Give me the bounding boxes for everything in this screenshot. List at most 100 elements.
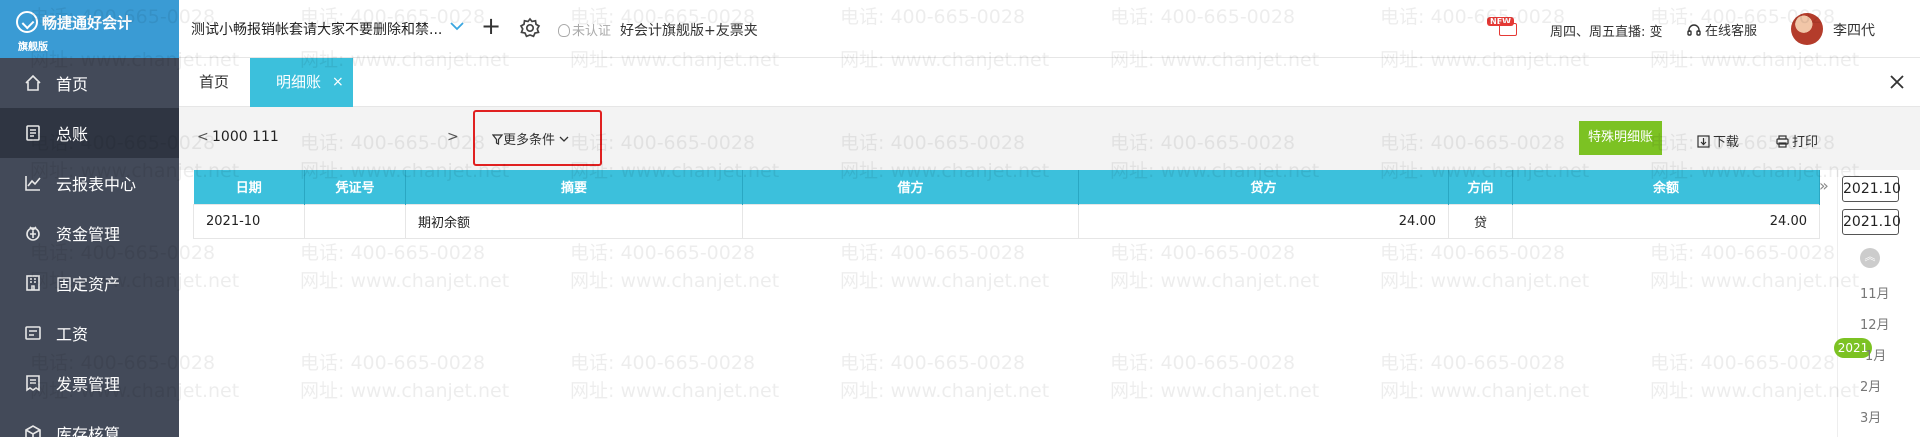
- user-name[interactable]: 李四代: [1833, 20, 1875, 40]
- cell-debit: [742, 203, 1079, 239]
- print-label: 打印: [1792, 135, 1819, 150]
- avatar[interactable]: [1791, 13, 1823, 45]
- prev-account-button[interactable]: <: [197, 129, 209, 145]
- salary-icon: [24, 324, 42, 342]
- sidebar-item-label: 首页: [56, 75, 89, 94]
- watermark-site: 网址: www.chanjet.net: [1110, 380, 1320, 402]
- watermark-site: 网址: www.chanjet.net: [1650, 270, 1860, 292]
- watermark-site: 网址: www.chanjet.net: [300, 270, 510, 292]
- sidebar-item-inventory[interactable]: 库存核算: [0, 408, 179, 437]
- sidebar-menu: 首页 总账 云报表中心 资金管理 固定资产 工资 发票管理 库存核算: [0, 58, 179, 437]
- chevron-down-icon[interactable]: [447, 16, 467, 36]
- sidebar-item-funds[interactable]: 资金管理: [0, 208, 179, 258]
- watermark-phone: 电话: 400-665-0028: [1380, 242, 1566, 264]
- gear-icon[interactable]: [519, 17, 541, 39]
- watermark-site: 网址: www.chanjet.net: [1110, 270, 1320, 292]
- special-detail-button[interactable]: 特殊明细账: [1579, 121, 1662, 155]
- sidebar-item-invoice[interactable]: 发票管理: [0, 358, 179, 408]
- sidebar-item-ledger[interactable]: 总账: [0, 108, 179, 158]
- scroll-up-button[interactable]: ︽: [1860, 248, 1880, 268]
- column-header-date[interactable]: 日期: [193, 170, 305, 204]
- table-row[interactable]: 2021-10 期初余额 24.00 贷 24.00: [193, 203, 1820, 239]
- print-button[interactable]: 打印: [1776, 131, 1818, 150]
- sidebar-item-label: 发票管理: [56, 375, 121, 394]
- column-header-summary[interactable]: 摘要: [405, 170, 743, 204]
- column-header-direction[interactable]: 方向: [1448, 170, 1513, 204]
- watermark-phone: 电话: 400-665-0028: [1650, 352, 1836, 374]
- watermark-phone: 电话: 400-665-0028: [1110, 242, 1296, 264]
- cell-voucher[interactable]: [304, 203, 406, 239]
- close-icon[interactable]: [1886, 71, 1908, 93]
- watermark-phone: 电话: 400-665-0028: [1650, 242, 1836, 264]
- column-header-voucher[interactable]: 凭证号: [304, 170, 406, 204]
- headset-icon: [1687, 24, 1701, 36]
- download-icon: [1697, 135, 1710, 148]
- tab-detail-ledger[interactable]: 明细账 ×: [250, 58, 353, 107]
- watermark-phone: 电话: 400-665-0028: [300, 242, 486, 264]
- tab-label: 明细账: [276, 73, 322, 91]
- tab-bar: 首页 明细账 ×: [179, 58, 1920, 107]
- period-start[interactable]: 2021.10: [1842, 176, 1901, 202]
- printer-icon: [1776, 135, 1789, 148]
- home-icon: [24, 74, 42, 92]
- cell-summary: 期初余额: [405, 203, 743, 239]
- add-button[interactable]: +: [481, 14, 501, 38]
- live-broadcast-button[interactable]: NEW: [1487, 17, 1521, 39]
- live-notice[interactable]: 周四、周五直播: 变: [1550, 21, 1665, 40]
- watermark-site: 网址: www.chanjet.net: [1650, 380, 1860, 402]
- service-label: 在线客服: [1705, 24, 1758, 39]
- online-service-button[interactable]: 在线客服: [1687, 20, 1757, 39]
- money-icon: [24, 224, 42, 242]
- column-header-balance[interactable]: 余额: [1512, 170, 1820, 204]
- sidebar-item-label: 库存核算: [56, 425, 121, 437]
- month-item[interactable]: 11月: [1860, 283, 1890, 302]
- cell-balance: 24.00: [1512, 203, 1820, 239]
- verification-status[interactable]: 未认证: [558, 20, 611, 39]
- account-code[interactable]: 1000 111: [212, 129, 279, 145]
- watermark-phone: 电话: 400-665-0028: [570, 352, 756, 374]
- month-item[interactable]: 1月: [1865, 345, 1886, 364]
- watermark-site: 网址: www.chanjet.net: [1380, 380, 1590, 402]
- download-label: 下载: [1713, 135, 1740, 150]
- sidebar-item-label: 固定资产: [56, 275, 121, 294]
- month-item[interactable]: 2月: [1860, 376, 1881, 395]
- period-end[interactable]: 2021.10: [1842, 209, 1901, 235]
- watermark-phone: 电话: 400-665-0028: [1110, 352, 1296, 374]
- watermark-phone: 电话: 400-665-0028: [570, 242, 756, 264]
- next-account-button[interactable]: >: [447, 129, 459, 145]
- chart-icon: [24, 174, 42, 192]
- account-set-selector[interactable]: 测试小畅报销帐套请大家不要删除和禁...: [191, 19, 442, 39]
- ledger-icon: [24, 124, 42, 142]
- shield-icon: [558, 24, 570, 37]
- sidebar-item-label: 工资: [56, 325, 89, 344]
- month-item[interactable]: 12月: [1860, 314, 1890, 333]
- sidebar-item-fixed-assets[interactable]: 固定资产: [0, 258, 179, 308]
- collapse-panel-button[interactable]: »: [1819, 176, 1829, 195]
- edition-label: 好会计旗舰版+友票夹: [620, 23, 758, 39]
- sidebar-item-label: 总账: [56, 125, 89, 144]
- watermark-site: 网址: www.chanjet.net: [570, 270, 780, 292]
- cell-date: 2021-10: [193, 203, 305, 239]
- ledger-table: 日期 凭证号 摘要 借方 贷方 方向 余额 2021-10 期初余额 24.00…: [193, 170, 1820, 239]
- sidebar-item-home[interactable]: 首页: [0, 58, 179, 108]
- top-header: 测试小畅报销帐套请大家不要删除和禁... + 未认证 好会计旗舰版+友票夹 NE…: [179, 0, 1920, 58]
- column-header-credit[interactable]: 贷方: [1078, 170, 1449, 204]
- watermark-site: 网址: www.chanjet.net: [300, 380, 510, 402]
- toolbar: < 1000 111 > 更多条件 特殊明细账 下载 打印: [179, 107, 1920, 170]
- verification-label: 未认证: [572, 24, 612, 39]
- sidebar-item-label: 资金管理: [56, 225, 121, 244]
- download-button[interactable]: 下载: [1697, 131, 1739, 150]
- sidebar: 畅捷通好会计 旗舰版 首页 总账 云报表中心 资金管理 固定资产 工资 发票管理…: [0, 0, 179, 437]
- watermark-phone: 电话: 400-665-0028: [300, 352, 486, 374]
- month-item[interactable]: 3月: [1860, 407, 1881, 426]
- brand-logo[interactable]: 畅捷通好会计 旗舰版: [0, 0, 179, 58]
- sidebar-item-report-center[interactable]: 云报表中心: [0, 158, 179, 208]
- watermark-site: 网址: www.chanjet.net: [840, 270, 1050, 292]
- sidebar-item-salary[interactable]: 工资: [0, 308, 179, 358]
- column-header-debit[interactable]: 借方: [742, 170, 1079, 204]
- invoice-icon: [24, 374, 42, 392]
- watermark-site: 网址: www.chanjet.net: [840, 380, 1050, 402]
- tab-close-icon[interactable]: ×: [332, 58, 344, 107]
- asset-icon: [24, 274, 42, 292]
- tab-home[interactable]: 首页: [199, 58, 229, 107]
